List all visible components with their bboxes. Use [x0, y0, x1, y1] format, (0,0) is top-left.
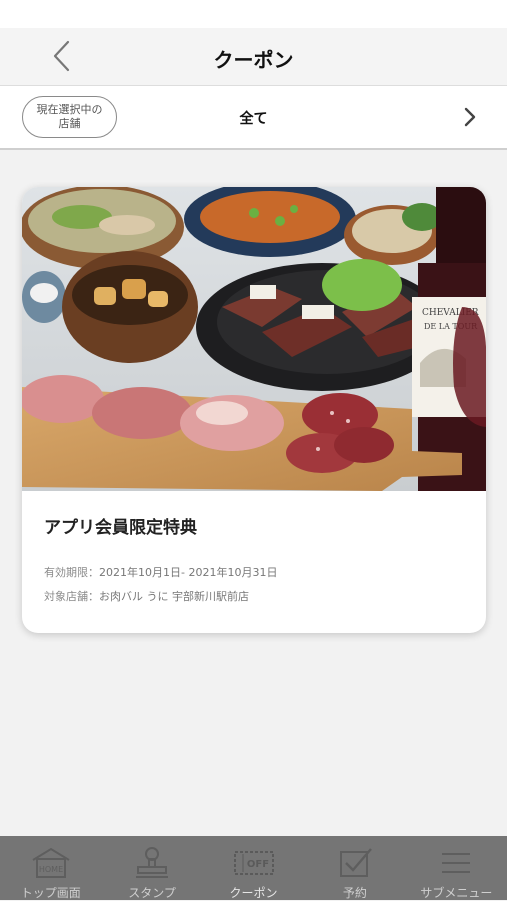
store-label: 対象店舗：	[44, 590, 99, 603]
tab-reservation-label: 予約	[342, 886, 367, 900]
chevron-right-icon	[464, 107, 476, 127]
tab-submenu[interactable]: サブメニュー	[406, 836, 507, 900]
filter-bar: 現在選択中の 店舗 全て	[0, 86, 507, 150]
tab-coupon[interactable]: OFF クーポン	[203, 836, 304, 900]
coupon-off-icon: OFF	[233, 851, 274, 875]
coupon-validity: 有効期限：2021年10月1日- 2021年10月31日	[44, 564, 277, 580]
tab-stamp[interactable]: スタンプ	[101, 836, 202, 900]
tab-stamp-label: スタンプ	[128, 886, 176, 900]
store-value: お肉バル うに 宇部新川駅前店	[99, 590, 249, 603]
home-icon: HOME	[32, 847, 70, 878]
next-category-button[interactable]	[458, 104, 482, 130]
coupon-icon-text: OFF	[246, 859, 268, 870]
coupon-food-photo: CHEVALIER DE LA TOUR	[22, 187, 486, 491]
bottom-tab-bar: HOME トップ画面 スタンプ OFF クーポン 予約 サブメニュー	[0, 836, 507, 900]
menu-icon	[442, 853, 471, 873]
validity-label: 有効期限：	[44, 566, 99, 579]
tab-coupon-label: クーポン	[229, 886, 278, 900]
coupon-title: アプリ会員限定特典	[44, 518, 197, 538]
tab-reservation[interactable]: 予約	[304, 836, 405, 900]
tab-top[interactable]: HOME トップ画面	[0, 836, 101, 900]
navigation-bar: クーポン	[0, 28, 507, 86]
page-title: クーポン	[213, 48, 294, 72]
coupon-card[interactable]: CHEVALIER DE LA TOUR アプリ会員限定特典 有効期限：2021…	[22, 187, 486, 633]
tab-submenu-label: サブメニュー	[420, 886, 493, 900]
status-bar	[0, 0, 507, 28]
category-filter-label: 全て	[239, 111, 268, 127]
coupon-target-store: 対象店舗：お肉バル うに 宇部新川駅前店	[44, 588, 249, 604]
tab-top-label: トップ画面	[20, 886, 81, 900]
reservation-check-icon	[339, 848, 372, 877]
stamp-icon	[136, 847, 169, 878]
validity-value: 2021年10月1日- 2021年10月31日	[99, 566, 278, 579]
home-icon-text: HOME	[39, 865, 63, 874]
